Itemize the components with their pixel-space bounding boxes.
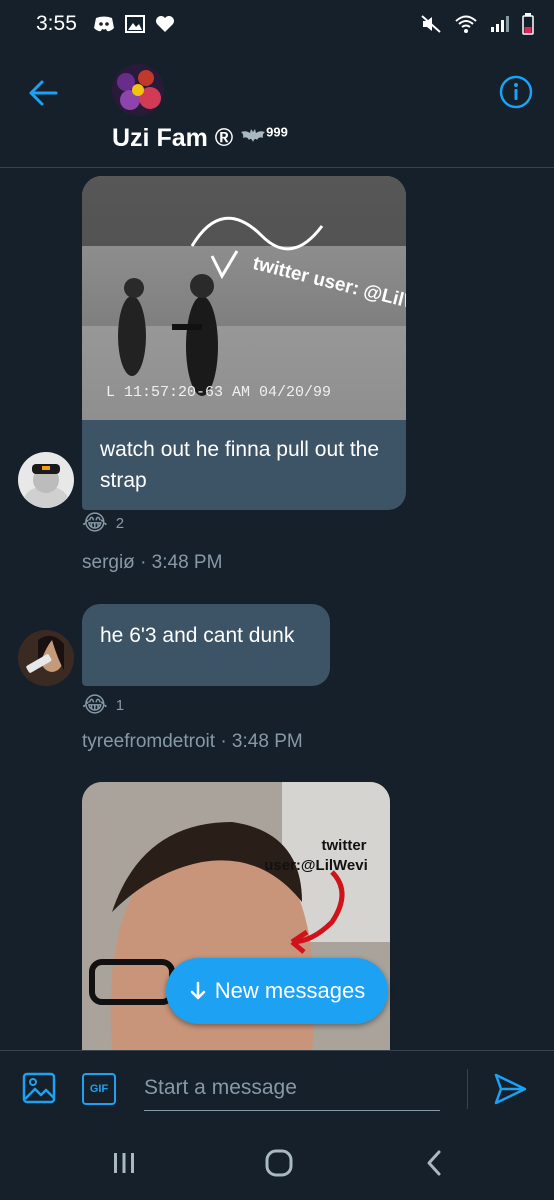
message-meta: sergiø · 3:48 PM — [82, 552, 223, 573]
message-bubble[interactable]: watch out he finna pull out the strap — [82, 420, 406, 510]
conversation-header: Uzi Fam ® 999 — [0, 48, 554, 168]
image-timestamp: L 11:57:20-63 AM 04/20/99 — [106, 384, 331, 401]
recent-apps-icon[interactable] — [110, 1150, 138, 1176]
title-suffix: 999 — [266, 124, 288, 140]
mute-icon — [421, 15, 441, 33]
system-nav-bar — [0, 1126, 554, 1200]
send-icon[interactable] — [492, 1071, 528, 1107]
image-caption-line2: user:@LilWevi — [264, 857, 368, 874]
laughing-emoji-icon: 😂 — [82, 692, 108, 717]
group-avatar[interactable] — [112, 64, 164, 116]
conversation-title-text: Uzi Fam ® — [112, 124, 234, 152]
arrow-down-icon — [190, 981, 206, 1000]
discord-icon — [93, 16, 114, 32]
status-bar: 3:55 — [0, 0, 554, 48]
gif-button[interactable]: GIF — [82, 1073, 116, 1105]
gallery-icon — [124, 15, 145, 33]
image-caption-line1: twitter — [322, 837, 367, 854]
reaction-count: 1 — [115, 696, 125, 714]
message-composer: GIF — [0, 1050, 554, 1126]
composer-divider — [467, 1069, 468, 1109]
message-image[interactable]: twitter user: @LilWevi L 11:57:20-63 AM … — [82, 176, 406, 420]
message-bubble[interactable]: he 6'3 and cant dunk — [82, 604, 330, 686]
reaction-count: 2 — [115, 514, 125, 532]
avatar[interactable] — [18, 630, 74, 686]
message-text: watch out he finna pull out the strap — [100, 438, 380, 492]
image-icon[interactable] — [22, 1071, 56, 1105]
message-text: he 6'3 and cant dunk — [100, 624, 295, 647]
message-list[interactable]: twitter user: @LilWevi L 11:57:20-63 AM … — [0, 170, 554, 1050]
back-arrow-icon[interactable] — [26, 76, 60, 110]
avatar[interactable] — [18, 452, 74, 508]
laughing-emoji-icon: 😂 — [82, 510, 108, 535]
conversation-title[interactable]: Uzi Fam ® 999 — [112, 124, 288, 153]
new-messages-label: New messages — [214, 978, 366, 1003]
message-input[interactable] — [144, 1065, 440, 1111]
signal-icon — [491, 16, 509, 32]
battery-icon — [522, 13, 534, 35]
message-meta: tyreefromdetroit · 3:48 PM — [82, 731, 303, 752]
reaction-badge[interactable]: 😂 1 — [82, 692, 124, 718]
new-messages-button[interactable]: New messages — [166, 958, 388, 1024]
nav-back-icon[interactable] — [424, 1148, 444, 1178]
status-time: 3:55 — [36, 12, 77, 35]
wifi-icon — [455, 15, 477, 33]
bat-icon — [241, 129, 266, 142]
info-icon[interactable] — [498, 74, 534, 110]
home-icon[interactable] — [264, 1148, 294, 1178]
reaction-badge[interactable]: 😂 2 — [82, 510, 124, 536]
heart-icon — [155, 16, 174, 32]
